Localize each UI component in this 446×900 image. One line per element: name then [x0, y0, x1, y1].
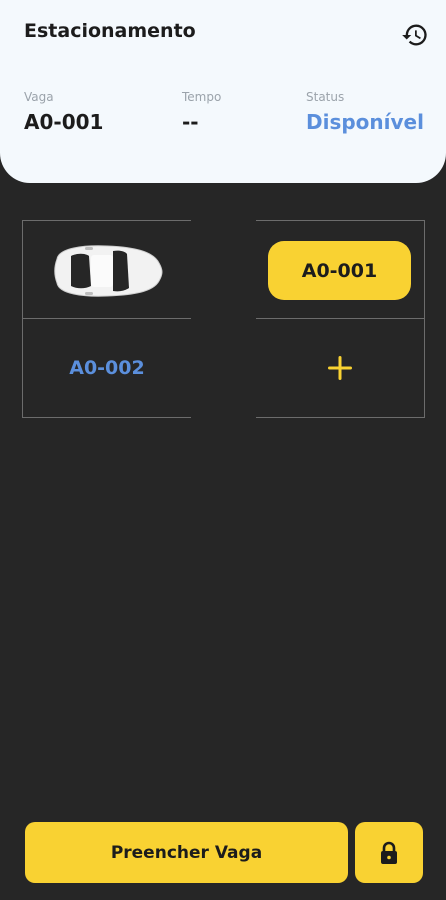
- vaga-label: Vaga: [24, 90, 54, 104]
- history-icon: [402, 24, 427, 46]
- parking-spot-cell: A0-001: [256, 220, 425, 319]
- header-panel: Estacionamento Vaga A0-001 Tempo -- Stat…: [0, 0, 446, 183]
- vaga-value: A0-001: [24, 110, 104, 134]
- spot-label: A0-002: [69, 356, 145, 379]
- status-value: Disponível: [306, 110, 424, 134]
- lock-icon: [381, 841, 397, 864]
- parking-grid: A0-002 A0-001: [22, 220, 425, 418]
- add-spot-button[interactable]: [256, 318, 424, 417]
- parking-spot-selected[interactable]: A0-001: [268, 241, 411, 300]
- add-spot-cell[interactable]: [256, 318, 425, 418]
- plus-icon: [328, 355, 352, 380]
- fill-spot-button[interactable]: Preencher Vaga: [25, 822, 348, 883]
- tempo-value: --: [182, 110, 199, 134]
- page-title: Estacionamento: [24, 20, 196, 42]
- history-button[interactable]: [398, 18, 432, 52]
- parking-spot-occupied[interactable]: [22, 220, 191, 319]
- lock-button[interactable]: [355, 822, 423, 883]
- status-label: Status: [306, 90, 345, 104]
- car-icon: [54, 245, 163, 297]
- tempo-label: Tempo: [182, 90, 222, 104]
- parking-spot-free[interactable]: A0-002: [22, 318, 191, 418]
